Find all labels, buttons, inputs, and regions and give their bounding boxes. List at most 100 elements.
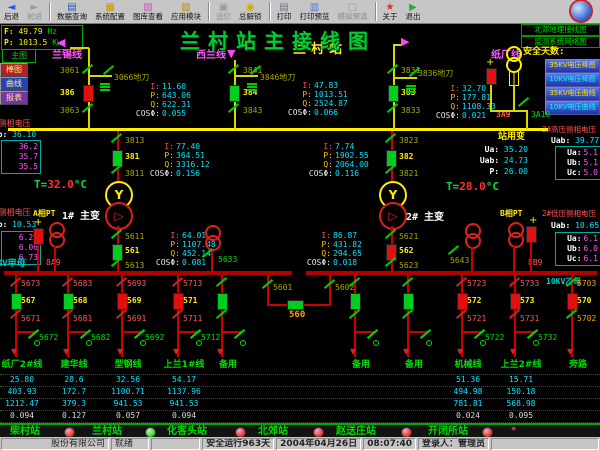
transformer-temperature: T=32.0°C — [34, 179, 87, 191]
pt-winding — [465, 233, 481, 249]
side-button-2[interactable]: 35KV电压曲线 — [545, 87, 600, 101]
measurement-value: 622.31 — [162, 100, 191, 109]
measurement-row: COSΦ:0.081 — [144, 258, 216, 267]
feeder-value-q: 568.98 — [489, 399, 553, 408]
measurement-row: I:77.40 — [138, 142, 210, 151]
toolbar-button-print[interactable]: ▤打印 — [273, 0, 296, 23]
toolbar: ◄后退►前进▤数据查询▦系统配置▧图库查看▨应用模块▣追忆◉总解锁▤打印▥打印预… — [0, 0, 600, 24]
measurement-label: COSΦ: — [124, 109, 160, 118]
breaker-symbol[interactable] — [388, 85, 399, 102]
ua-value: 36.2 — [4, 142, 38, 152]
login-cell: 登录人：管理员 — [418, 438, 489, 450]
measurement-row: Q:1108.33 — [424, 102, 496, 111]
measurement-value: 2524.87 — [314, 99, 348, 108]
breaker-symbol[interactable] — [217, 293, 228, 310]
station-transformer-title: 站用变 — [498, 133, 525, 142]
feeder-value-cos: 0.094 — [152, 411, 216, 420]
uc-value: 5.0 — [584, 168, 598, 178]
toolbar-button-label: 前进 — [27, 13, 42, 21]
safe-days-label: 安全天数: — [523, 48, 564, 57]
station-nav-item[interactable]: 赵送庄站 — [336, 426, 376, 437]
main-view-button[interactable]: 主图 — [2, 49, 36, 63]
breaker-symbol[interactable] — [526, 226, 537, 243]
measurement-label: Q: — [124, 100, 160, 109]
toolbar-button-unlock[interactable]: ◉总解锁 — [235, 0, 266, 23]
uab-label-2h: Uab: — [551, 136, 570, 145]
measurement-row: P:643.06 — [124, 91, 191, 100]
station-nav-item[interactable]: 北郊站 — [258, 426, 288, 437]
uab-value-1h: 36.10 — [12, 130, 36, 139]
toolbar-button-exit[interactable]: ▶退出 — [402, 0, 425, 23]
uab-value-2l: 10.65 — [575, 221, 599, 230]
disconnector-label: 5703 — [577, 279, 596, 288]
station-nav-item[interactable]: 柴村站 — [10, 426, 40, 437]
temp-label: T= — [34, 178, 47, 191]
disconnector-label: 5723 — [467, 279, 486, 288]
breaker-symbol[interactable] — [486, 68, 497, 85]
breaker-symbol[interactable] — [350, 293, 361, 310]
breaker-symbol[interactable] — [403, 293, 414, 310]
toolbar-button-replay: ▣追忆 — [212, 0, 235, 23]
toolbar-button-library[interactable]: ▧图库查看 — [129, 0, 167, 23]
breaker-symbol[interactable] — [287, 300, 304, 310]
toolbar-button-label: 总解锁 — [239, 13, 262, 21]
toolbar-button-query[interactable]: ▤数据查询 — [53, 0, 91, 23]
toolbar-button-about[interactable]: ★关于 — [379, 0, 402, 23]
measurement-row: I:7.74 — [297, 142, 369, 151]
feeder-end-arrow-icon: ▼ — [63, 348, 69, 356]
ground-switch-label: 5732 — [538, 333, 557, 342]
transformer-winding: ▷ — [105, 202, 133, 230]
wire — [471, 247, 473, 272]
measurement-label: P: — [124, 91, 160, 100]
frequency-row: F: 49.79 Hz — [4, 26, 82, 37]
toolbar-button-label: 数据查询 — [57, 13, 87, 21]
breaker-label: 573 — [520, 296, 534, 305]
disconnector-label: 5673 — [21, 279, 40, 288]
measurement-label: P: — [144, 240, 180, 249]
temp-unit: °C — [74, 178, 87, 191]
disconnector-label: 3833 — [401, 106, 420, 115]
feeder-name: 旁路 — [546, 361, 600, 370]
measurement-block: I:47.83P:1013.51Q:2524.87COSΦ:0.066 — [276, 81, 348, 117]
station-nav-item[interactable]: 开闭所站 — [428, 426, 468, 437]
breaker-symbol[interactable] — [83, 85, 94, 102]
left-panel-button-2[interactable]: 报表 — [0, 91, 28, 105]
disconnector-label: 5731 — [520, 314, 539, 323]
pt-winding — [49, 232, 65, 248]
uc-value: 35.5 — [4, 162, 38, 172]
ua-value: 35.20 — [504, 145, 528, 154]
side-button-0[interactable]: 35KV电压棒图 — [545, 59, 600, 73]
measurement-row: P:177.81 — [424, 93, 496, 102]
temp-unit: °C — [486, 180, 499, 193]
transformer-name: 1# 主变 — [62, 212, 100, 221]
side-button-3[interactable]: 10KV电压曲线 — [545, 101, 600, 115]
transformer-winding: ▷ — [379, 202, 407, 230]
link-geo-diagram[interactable]: 北郊地理接线图 — [521, 24, 600, 36]
toolbar-button-config[interactable]: ▦系统配置 — [91, 0, 129, 23]
toolbar-button-back[interactable]: ◄后退 — [0, 0, 23, 23]
frequency-label: F: — [4, 27, 14, 36]
disconnector-label: 5733 — [520, 279, 539, 288]
toolbar-button-preview[interactable]: ▥打印预览 — [296, 0, 334, 23]
toolbar-button-modules[interactable]: ▨应用模块 — [167, 0, 205, 23]
measurement-row: P:1013.51 — [276, 90, 348, 99]
fuse-cross-icon: + — [34, 218, 42, 228]
disconnector-symbol[interactable] — [518, 97, 529, 107]
left-panel-button-0[interactable]: 棒图 — [0, 63, 28, 77]
disconnector-symbol[interactable] — [103, 65, 114, 75]
measurement-row: P:1902.55 — [297, 151, 369, 160]
breaker-symbol[interactable] — [33, 228, 44, 245]
wire — [221, 275, 223, 357]
toolbar-button-simulate: ▢模拟预演 — [334, 0, 372, 23]
feeder-end-arrow-icon: ▼ — [11, 348, 17, 356]
bus-tie-breaker-label: 560 — [289, 311, 305, 320]
feeder-value-i: 32.56 — [96, 375, 160, 384]
bus10-left-label: 10KV甲母 — [0, 260, 26, 269]
station-nav-item[interactable]: 化客头站 — [167, 426, 207, 437]
left-panel-button-1[interactable]: 曲线 — [0, 77, 28, 91]
phase-voltage-box-2h: Ua:5.1 Ub:5.1 Uc:5.0 — [555, 146, 600, 180]
side-button-1[interactable]: 10KV电压棒图 — [545, 73, 600, 87]
breaker-symbol[interactable] — [229, 85, 240, 102]
disconnector-symbol[interactable] — [448, 245, 459, 255]
station-nav-item[interactable]: 兰村站 — [92, 426, 122, 437]
